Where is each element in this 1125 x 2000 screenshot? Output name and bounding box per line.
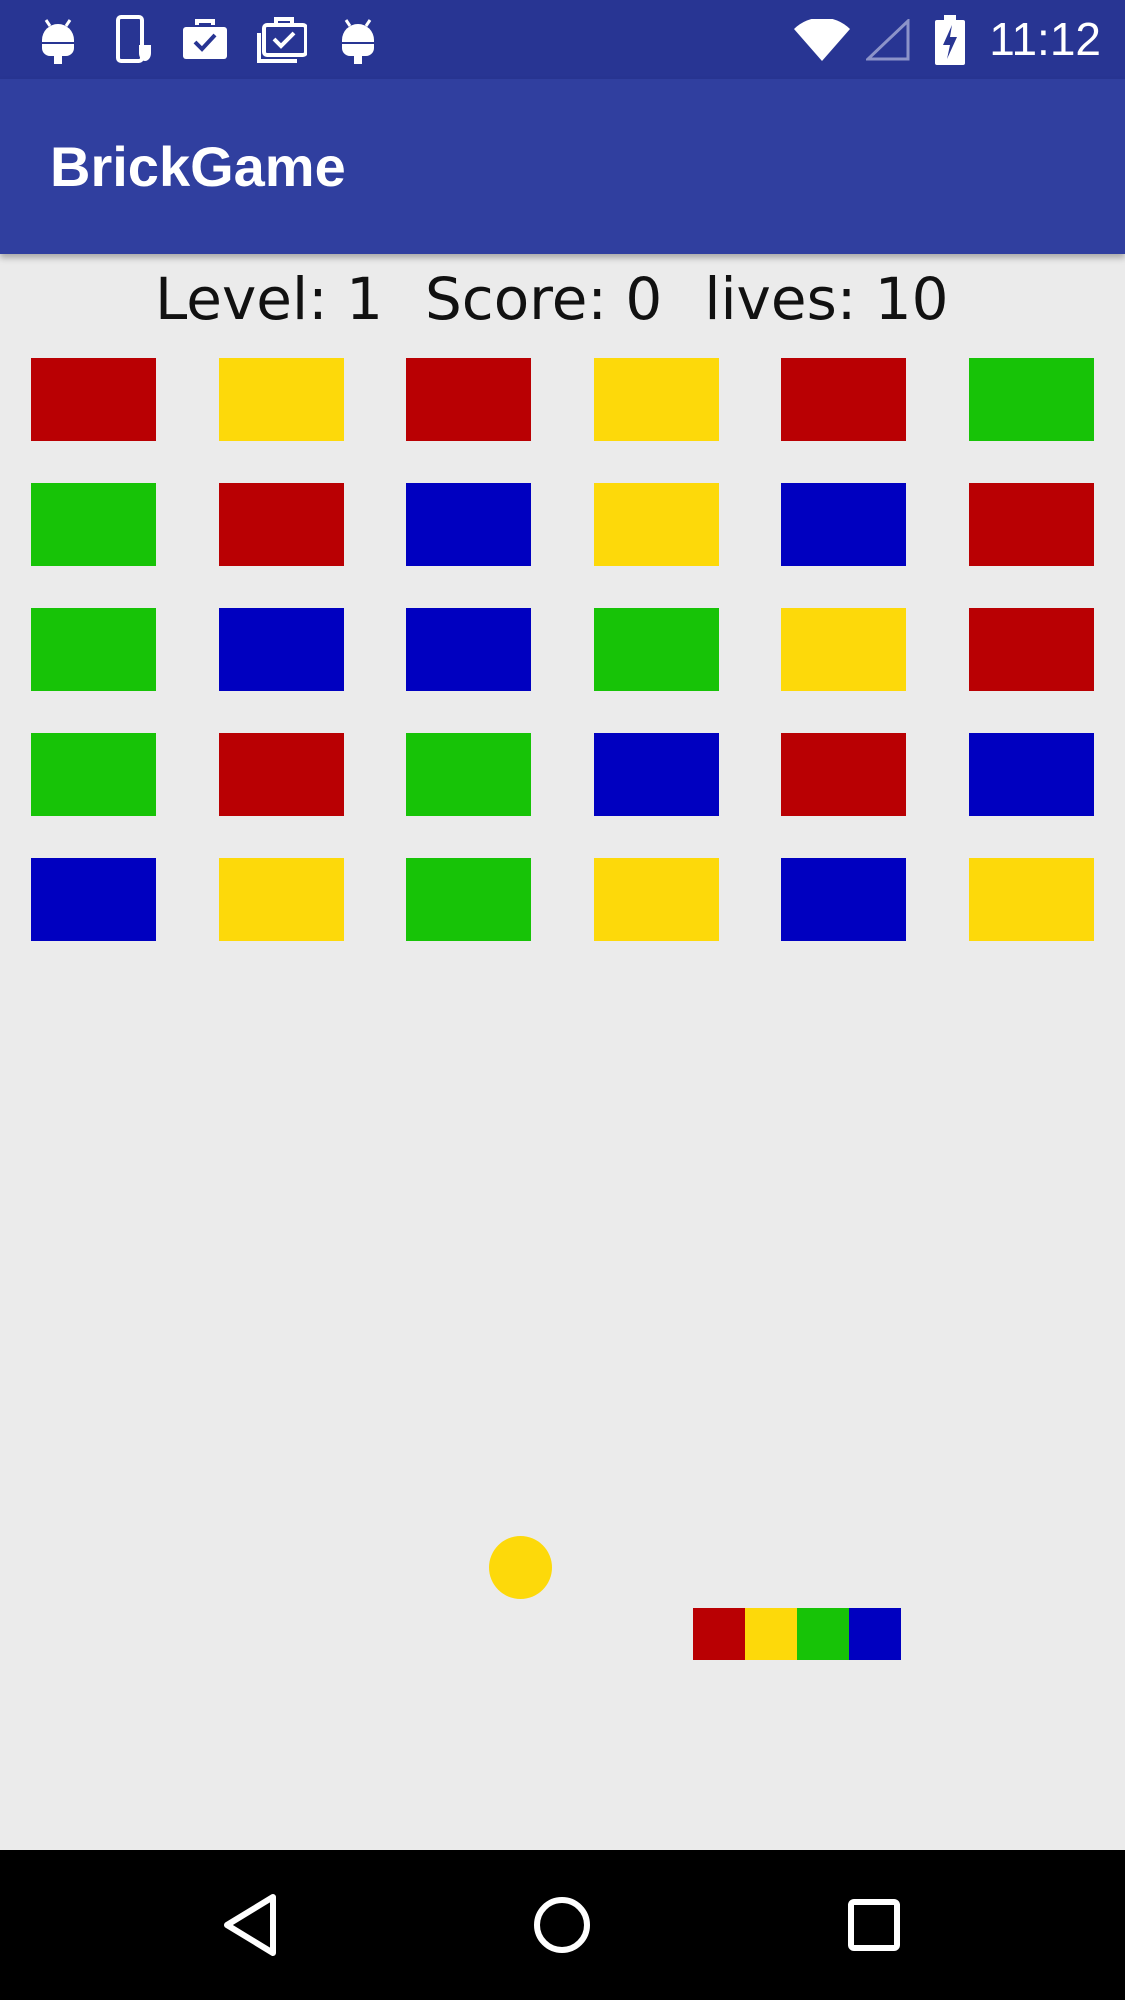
brick	[31, 608, 156, 691]
score-value: 0	[625, 265, 663, 333]
brick	[406, 608, 531, 691]
brick	[219, 358, 344, 441]
brick	[219, 483, 344, 566]
level-value: 1	[346, 265, 383, 333]
brick	[406, 858, 531, 941]
lives-label: lives:	[704, 265, 857, 333]
brick	[969, 858, 1094, 941]
score-label: Score:	[424, 265, 607, 333]
brick	[406, 733, 531, 816]
status-clock: 11:12	[989, 13, 1101, 65]
brick	[406, 483, 531, 566]
recents-icon[interactable]	[799, 1850, 949, 2000]
brick	[781, 608, 906, 691]
brick	[969, 483, 1094, 566]
android-debug-icon	[38, 0, 78, 79]
brick	[31, 483, 156, 566]
brick	[594, 608, 719, 691]
brick	[594, 358, 719, 441]
app-title: BrickGame	[50, 135, 346, 198]
lives-value: 10	[874, 265, 949, 333]
brick	[781, 858, 906, 941]
cell-signal-icon	[864, 0, 912, 79]
status-bar: 11:12	[0, 0, 1125, 79]
brick	[31, 358, 156, 441]
brick	[594, 483, 719, 566]
android-debug-icon	[338, 0, 378, 79]
brick	[781, 358, 906, 441]
navigation-bar	[0, 1850, 1125, 2000]
brick	[781, 733, 906, 816]
brick	[969, 608, 1094, 691]
phone-shield-icon	[112, 0, 156, 79]
home-icon[interactable]	[487, 1850, 637, 2000]
hud: Level: 1 Score: 0 lives: 10	[155, 262, 949, 337]
brick	[31, 733, 156, 816]
brick	[594, 858, 719, 941]
brick	[219, 858, 344, 941]
wifi-icon	[792, 0, 852, 79]
brick	[969, 358, 1094, 441]
paddle-segment	[797, 1608, 849, 1660]
app-bar: BrickGame	[0, 79, 1125, 254]
battery-charging-icon	[932, 0, 968, 79]
brick	[219, 733, 344, 816]
back-icon[interactable]	[176, 1850, 326, 2000]
paddle-segment	[693, 1608, 745, 1660]
brick	[969, 733, 1094, 816]
brick	[219, 608, 344, 691]
paddle-segment	[849, 1608, 901, 1660]
ball	[489, 1536, 552, 1599]
level-label: Level:	[155, 265, 328, 333]
brick	[781, 483, 906, 566]
paddle-segment	[745, 1608, 797, 1660]
game-canvas[interactable]: Level: 1 Score: 0 lives: 10	[0, 254, 1125, 1850]
paddle[interactable]	[693, 1608, 901, 1660]
brick	[31, 858, 156, 941]
briefcase-stack-check-icon	[256, 0, 308, 79]
briefcase-check-icon	[180, 0, 230, 79]
brick	[406, 358, 531, 441]
brick	[594, 733, 719, 816]
